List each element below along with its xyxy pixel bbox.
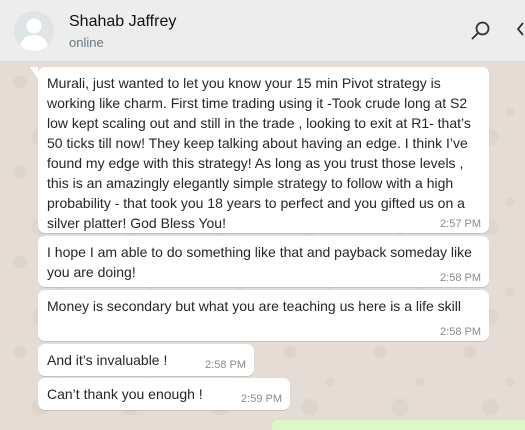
message-text: Money is secondary but what you are teac… [47,298,461,314]
message-text: Murali, just wanted to let you know your… [47,75,471,231]
message-bubble[interactable]: Can’t thank you enough ! 2:59 PM [38,378,290,410]
message-bubble[interactable]: I hope I am able to do something like th… [38,236,489,287]
message-time: 2:58 PM [440,326,481,338]
chat-header: Shahab Jaffrey online [0,0,525,62]
message-time: 2:57 PM [440,218,481,230]
message-text: I hope I am able to do something like th… [47,244,472,280]
chat-area[interactable]: Murali, just wanted to let you know your… [0,62,525,430]
search-icon[interactable] [469,19,493,43]
default-avatar-icon [14,11,54,51]
outgoing-message-bubble[interactable] [272,420,525,430]
message-bubble[interactable]: Murali, just wanted to let you know your… [30,67,489,233]
menu-icon[interactable] [512,19,525,43]
message-time: 2:59 PM [241,393,282,405]
message-time: 2:58 PM [440,272,481,284]
message-time: 2:58 PM [205,359,246,371]
avatar[interactable] [14,11,54,51]
contact-name[interactable]: Shahab Jaffrey [69,13,176,31]
message-bubble[interactable]: And it’s invaluable ! 2:58 PM [38,344,254,376]
message-bubble[interactable]: Money is secondary but what you are teac… [38,290,489,341]
contact-status: online [69,35,104,50]
bubble-tail [30,67,38,79]
